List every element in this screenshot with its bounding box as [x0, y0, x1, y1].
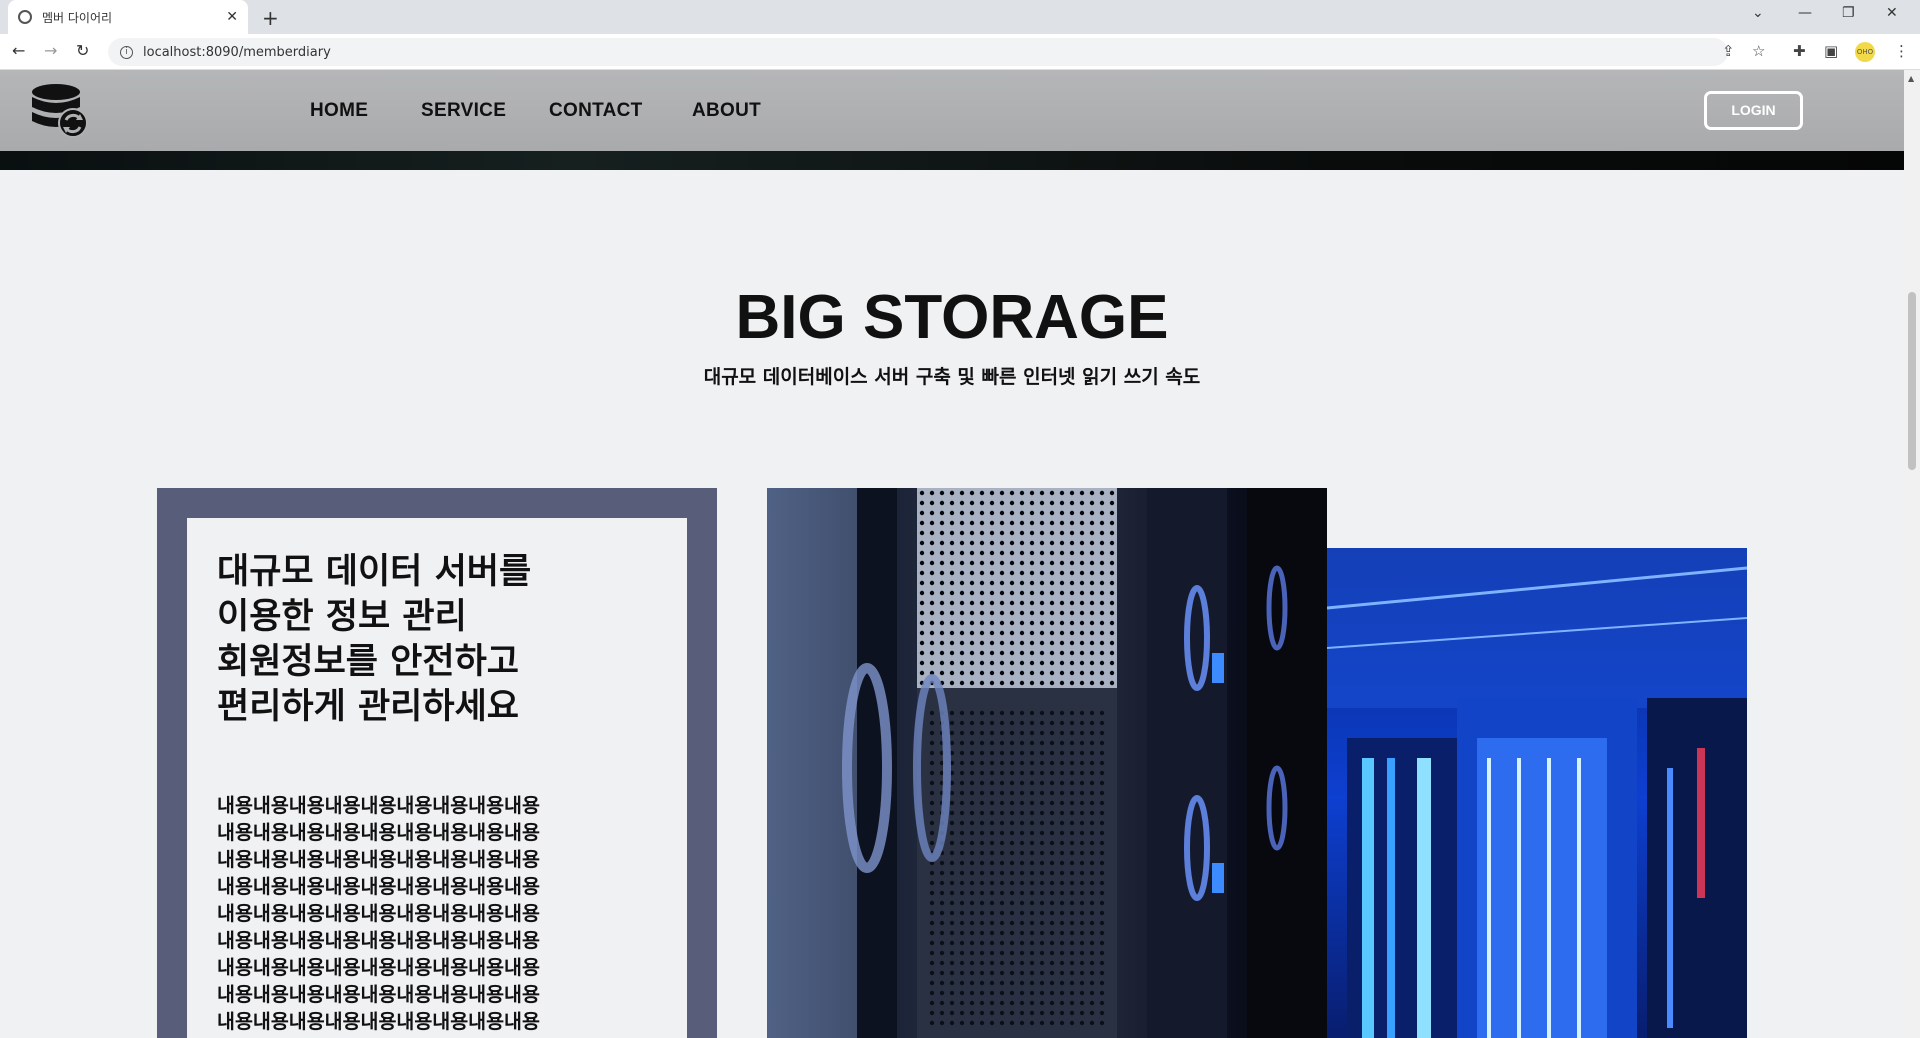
- close-tab-icon[interactable]: ✕: [226, 9, 238, 25]
- address-bar[interactable]: i localhost:8090/memberdiary: [108, 38, 1728, 66]
- card-body-line: 내용내용내용내용내용내용내용내용내용: [217, 983, 540, 1006]
- url-text: localhost:8090/memberdiary: [143, 44, 331, 60]
- extensions-icon[interactable]: ✚: [1793, 42, 1806, 60]
- card-body-line: 내용내용내용내용내용내용내용내용내용: [217, 821, 540, 844]
- card-title: 대규모 데이터 서버를 이용한 정보 관리 회원정보를 안전하고 편리하게 관리…: [217, 550, 657, 730]
- card-title-line: 이용한 정보 관리: [217, 597, 467, 637]
- card-body-line: 내용내용내용내용내용내용내용내용내용: [217, 956, 540, 979]
- card-body-line: 내용내용내용내용내용내용내용내용내용: [217, 875, 540, 898]
- card-title-line: 회원정보를 안전하고: [217, 642, 519, 682]
- card-title-line: 편리하게 관리하세요: [217, 687, 519, 727]
- globe-icon: [18, 10, 32, 24]
- hero-image-strip: [0, 151, 1904, 170]
- browser-toolbar: ← → ↻ i localhost:8090/memberdiary ⇪ ☆ ✚…: [0, 34, 1920, 70]
- new-tab-icon[interactable]: +: [262, 6, 279, 30]
- section-subtitle: 대규모 데이터베이스 서버 구축 및 빠른 인터넷 읽기 쓰기 속도: [703, 366, 1201, 388]
- card-title-line: 대규모 데이터 서버를: [217, 552, 532, 592]
- profile-avatar[interactable]: OHO: [1855, 42, 1875, 62]
- tab-title: 멤버 다이어리: [42, 10, 113, 25]
- card-body-line: 내용내용내용내용내용내용내용내용내용: [217, 929, 540, 952]
- scrollbar-thumb[interactable]: [1908, 292, 1916, 470]
- share-icon[interactable]: ⇪: [1722, 42, 1735, 60]
- site-info-icon[interactable]: i: [120, 45, 133, 59]
- browser-tabbar: 멤버 다이어리 ✕ + ⌄ — ❐ ✕: [0, 0, 1920, 34]
- card-body-line: 내용내용내용내용내용내용내용내용내용: [217, 902, 540, 925]
- server-rack-closeup-photo: [767, 488, 1327, 1038]
- card-body-line: 내용내용내용내용내용내용내용내용내용: [217, 848, 540, 871]
- scroll-up-icon[interactable]: ▲: [1908, 74, 1914, 83]
- page-viewport: HOME SERVICE CONTACT ABOUT LOGIN BIG STO…: [0, 70, 1904, 1038]
- site-header: HOME SERVICE CONTACT ABOUT LOGIN: [0, 70, 1904, 151]
- forward-icon[interactable]: →: [44, 41, 57, 60]
- section-title: BIG STORAGE: [735, 283, 1169, 352]
- close-window-icon[interactable]: ✕: [1886, 5, 1898, 21]
- nav-home[interactable]: HOME: [310, 100, 368, 122]
- tab-search-icon[interactable]: ⌄: [1752, 5, 1764, 21]
- datacenter-aisle-photo: [1327, 548, 1747, 1038]
- bookmark-star-icon[interactable]: ☆: [1752, 42, 1765, 60]
- minimize-icon[interactable]: —: [1798, 5, 1812, 21]
- menu-kebab-icon[interactable]: ⋮: [1894, 42, 1909, 60]
- nav-contact[interactable]: CONTACT: [549, 100, 643, 122]
- login-button[interactable]: LOGIN: [1704, 91, 1803, 130]
- back-icon[interactable]: ←: [12, 41, 25, 60]
- restore-icon[interactable]: ❐: [1842, 5, 1855, 21]
- side-panel-icon[interactable]: ▣: [1824, 42, 1838, 60]
- card-body-line: 내용내용내용내용내용내용내용내용내용: [217, 1010, 540, 1033]
- card-body-line: 내용내용내용내용내용내용내용내용내용: [217, 794, 540, 817]
- browser-tab[interactable]: 멤버 다이어리 ✕: [8, 0, 248, 34]
- card-body: 내용내용내용내용내용내용내용내용내용 내용내용내용내용내용내용내용내용내용 내용…: [217, 792, 587, 1035]
- database-sync-icon[interactable]: [30, 83, 90, 139]
- reload-icon[interactable]: ↻: [76, 41, 89, 60]
- nav-about[interactable]: ABOUT: [692, 100, 761, 122]
- page-scrollbar[interactable]: ▲: [1904, 70, 1920, 1038]
- nav-service[interactable]: SERVICE: [421, 100, 506, 122]
